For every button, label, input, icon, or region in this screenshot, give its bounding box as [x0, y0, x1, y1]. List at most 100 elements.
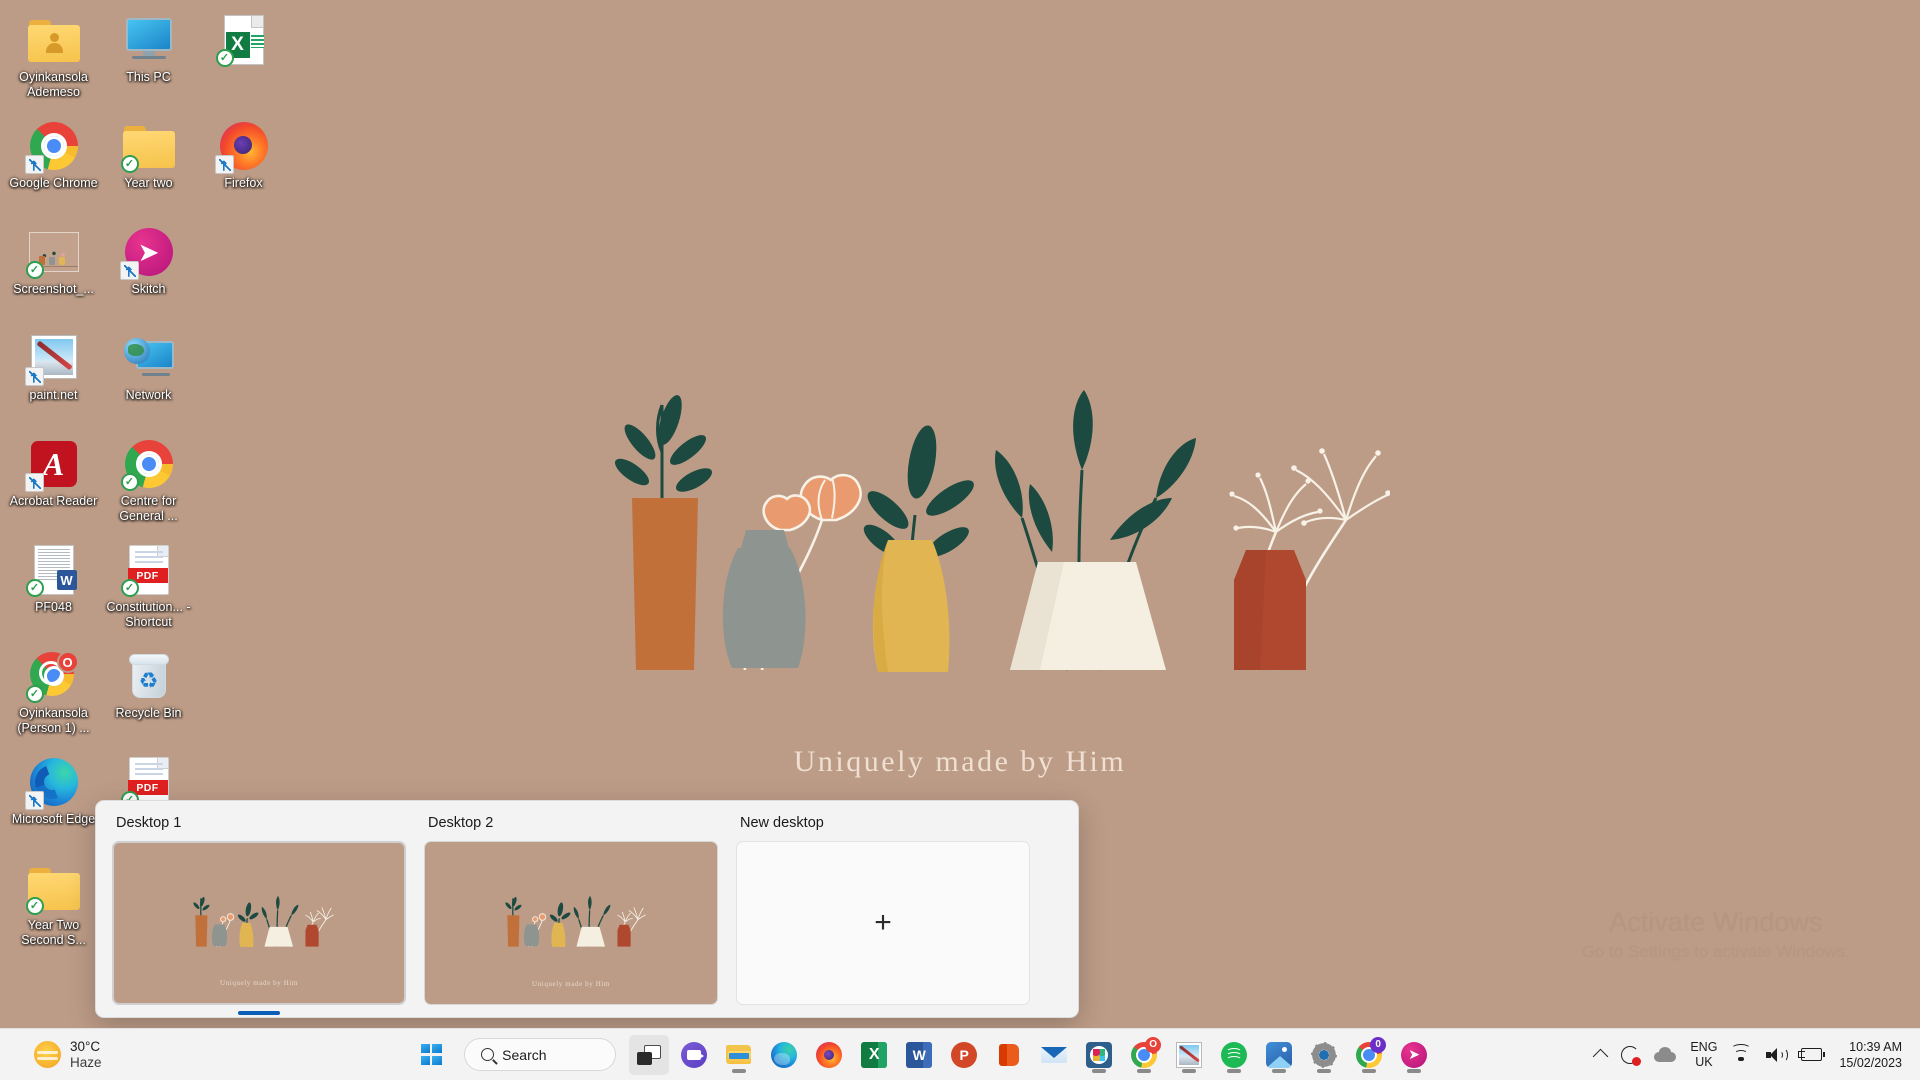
photos-icon [1266, 1041, 1293, 1068]
taskbar-teams-button[interactable] [674, 1035, 714, 1075]
weather-condition: Haze [70, 1054, 102, 1070]
windows-update-icon[interactable] [1620, 1045, 1642, 1066]
shortcut-badge-icon: ↗ [24, 473, 44, 493]
start-button[interactable] [411, 1035, 451, 1075]
taskbar-app-strip: Search X W P O 0 ➤ [250, 1034, 1595, 1075]
shortcut-badge-icon: ↗ [24, 155, 44, 175]
desktop-icon-label: PF048 [35, 600, 72, 614]
mail-icon [1041, 1042, 1068, 1068]
weather-widget[interactable]: 30°C Haze [0, 1039, 250, 1071]
excel-icon [861, 1041, 888, 1068]
user-folder-icon [27, 14, 80, 66]
sync-badge-icon: ✓ [120, 473, 139, 491]
desktop-icon-constitution-shortcut[interactable]: PDF ✓ Constitution... - Shortcut [101, 538, 196, 638]
desktop-icon-screenshot[interactable]: ✓ Screenshot_... [6, 220, 101, 320]
plus-icon: + [874, 906, 892, 939]
desktop-icon-microsoft-edge[interactable]: ↗ Microsoft Edge [6, 750, 101, 850]
teams-chat-icon [681, 1041, 708, 1068]
haze-sun-icon [34, 1041, 61, 1068]
desktop-icon-firefox[interactable]: ↗ Firefox [196, 114, 291, 214]
desktop-icon-network[interactable]: Network [101, 326, 196, 426]
desktop-icon-oyinkansola-ademeso[interactable]: Oyinkansola Ademeso [6, 8, 101, 108]
desktop-icon-this-pc[interactable]: This PC [101, 8, 196, 108]
taskbar-powerpoint-button[interactable] [944, 1035, 984, 1075]
tray-overflow-button[interactable] [1593, 1047, 1609, 1065]
settings-gear-icon [1311, 1041, 1338, 1068]
desktop-thumbnail[interactable]: Uniquely made by Him [112, 841, 406, 1005]
taskbar-file-explorer-button[interactable] [719, 1035, 759, 1075]
shortcut-badge-icon: ↗ [119, 261, 139, 281]
taskbar-spotify-button[interactable] [1214, 1035, 1254, 1075]
taskbar-task-view-button[interactable] [629, 1034, 670, 1075]
search-input[interactable]: Search [464, 1038, 617, 1071]
desktop-icon-centre-for-general-studies[interactable]: ✓ Centre for General ... [101, 432, 196, 532]
system-tray: ENG UK 10:39 AM 15/02/2023 [1593, 1039, 1920, 1071]
windows-logo-icon [420, 1044, 442, 1065]
taskbar-firefox-button[interactable] [809, 1035, 849, 1075]
taskbar-slack-button[interactable] [1079, 1035, 1119, 1075]
paintnet-icon [1176, 1041, 1203, 1068]
this-pc-icon [123, 14, 175, 66]
desktop-tile-1[interactable]: Desktop 1 Uniquely made by Him [112, 815, 406, 1015]
taskbar-photos-button[interactable] [1259, 1035, 1299, 1075]
language-line-1: ENG [1690, 1039, 1718, 1054]
desktop-icon-excel-file[interactable]: X ✓ [196, 8, 291, 108]
desktop-tile-2[interactable]: Desktop 2 Uniquely made by Him [424, 815, 718, 1005]
desktop-icon-label: Oyinkansola Ademeso [19, 70, 88, 99]
battery-charging-icon[interactable] [1798, 1047, 1826, 1062]
clock-and-date[interactable]: 10:39 AM 15/02/2023 [1839, 1039, 1902, 1071]
word-document-icon: W ✓ [25, 544, 80, 597]
desktop-icon-year-two-second-semester[interactable]: ✓ Year Two Second S... [6, 856, 101, 956]
desktop-icon-label: paint.net [29, 388, 78, 402]
taskbar-paintnet-button[interactable] [1169, 1035, 1209, 1075]
firefox-icon: ↗ [214, 120, 270, 174]
thumbnail-vases-illustration [505, 895, 646, 948]
taskbar-skitch-button[interactable] [1394, 1035, 1434, 1075]
onedrive-cloud-icon[interactable] [1654, 1046, 1677, 1062]
taskbar: 30°C Haze Search X W P O 0 ➤ ENG UK 10:3… [0, 1028, 1920, 1080]
office-icon [996, 1042, 1022, 1068]
new-desktop-label: New desktop [740, 815, 824, 831]
folder-icon: ✓ [25, 862, 80, 915]
taskbar-excel-button[interactable] [854, 1035, 894, 1075]
sync-badge-icon: ✓ [120, 579, 139, 597]
paintnet-icon: ↗ [24, 332, 80, 386]
taskbar-word-button[interactable] [899, 1035, 939, 1075]
desktop-icon-paintnet[interactable]: ↗ paint.net [6, 326, 101, 426]
desktop-icon-label: Recycle Bin [115, 706, 182, 720]
taskbar-chrome-button-2[interactable]: 0 [1349, 1035, 1389, 1075]
powerpoint-icon [951, 1041, 978, 1068]
excel-file-icon: X ✓ [215, 14, 270, 67]
watermark-title: Activate Windows [1609, 907, 1823, 937]
chrome-profile-icon: O ✓ [25, 650, 80, 703]
taskbar-edge-button[interactable] [764, 1035, 804, 1075]
task-view-desktop-switcher[interactable]: Desktop 1 Uniquely made by Him Desktop 2… [95, 800, 1079, 1018]
file-explorer-icon [726, 1042, 752, 1068]
taskbar-mail-button[interactable] [1034, 1035, 1074, 1075]
desktop-icon-skitch[interactable]: ➤ ↗ Skitch [101, 220, 196, 320]
sync-badge-icon: ✓ [25, 579, 44, 597]
taskbar-chrome-button-1[interactable]: O [1124, 1035, 1164, 1075]
skitch-icon: ➤ ↗ [119, 226, 175, 281]
word-icon [906, 1041, 933, 1068]
watermark-subtitle: Go to Settings to activate Windows. [1581, 942, 1850, 961]
taskbar-settings-button[interactable] [1304, 1035, 1344, 1075]
desktop-thumbnail[interactable]: Uniquely made by Him [424, 841, 718, 1005]
speaker-icon[interactable] [1765, 1047, 1789, 1063]
desktop-icon-acrobat-reader[interactable]: A ↗ Acrobat Reader [6, 432, 101, 532]
chrome-icon: ↗ [24, 120, 80, 175]
language-indicator[interactable]: ENG UK [1690, 1040, 1717, 1070]
desktop-icon-oyinkansola-person-1[interactable]: O ✓ Oyinkansola (Person 1) ... [6, 644, 101, 744]
desktop-icon-recycle-bin[interactable]: ♻ Recycle Bin [101, 644, 196, 744]
wifi-icon[interactable] [1731, 1044, 1752, 1062]
new-desktop-button[interactable]: + [736, 841, 1030, 1005]
edge-icon [771, 1041, 798, 1068]
desktop-icon-google-chrome[interactable]: ↗ Google Chrome [6, 114, 101, 214]
desktop-icon-label: Skitch [131, 282, 166, 296]
desktop-icon-pf048[interactable]: W ✓ PF048 [6, 538, 101, 638]
desktop-icon-label: Year Two Second S... [21, 918, 86, 947]
desktop-icon-year-two[interactable]: ✓ Year two [101, 114, 196, 214]
new-desktop-tile[interactable]: New desktop + [736, 815, 1030, 1005]
task-view-icon [637, 1044, 662, 1065]
taskbar-office-button[interactable] [989, 1035, 1029, 1075]
